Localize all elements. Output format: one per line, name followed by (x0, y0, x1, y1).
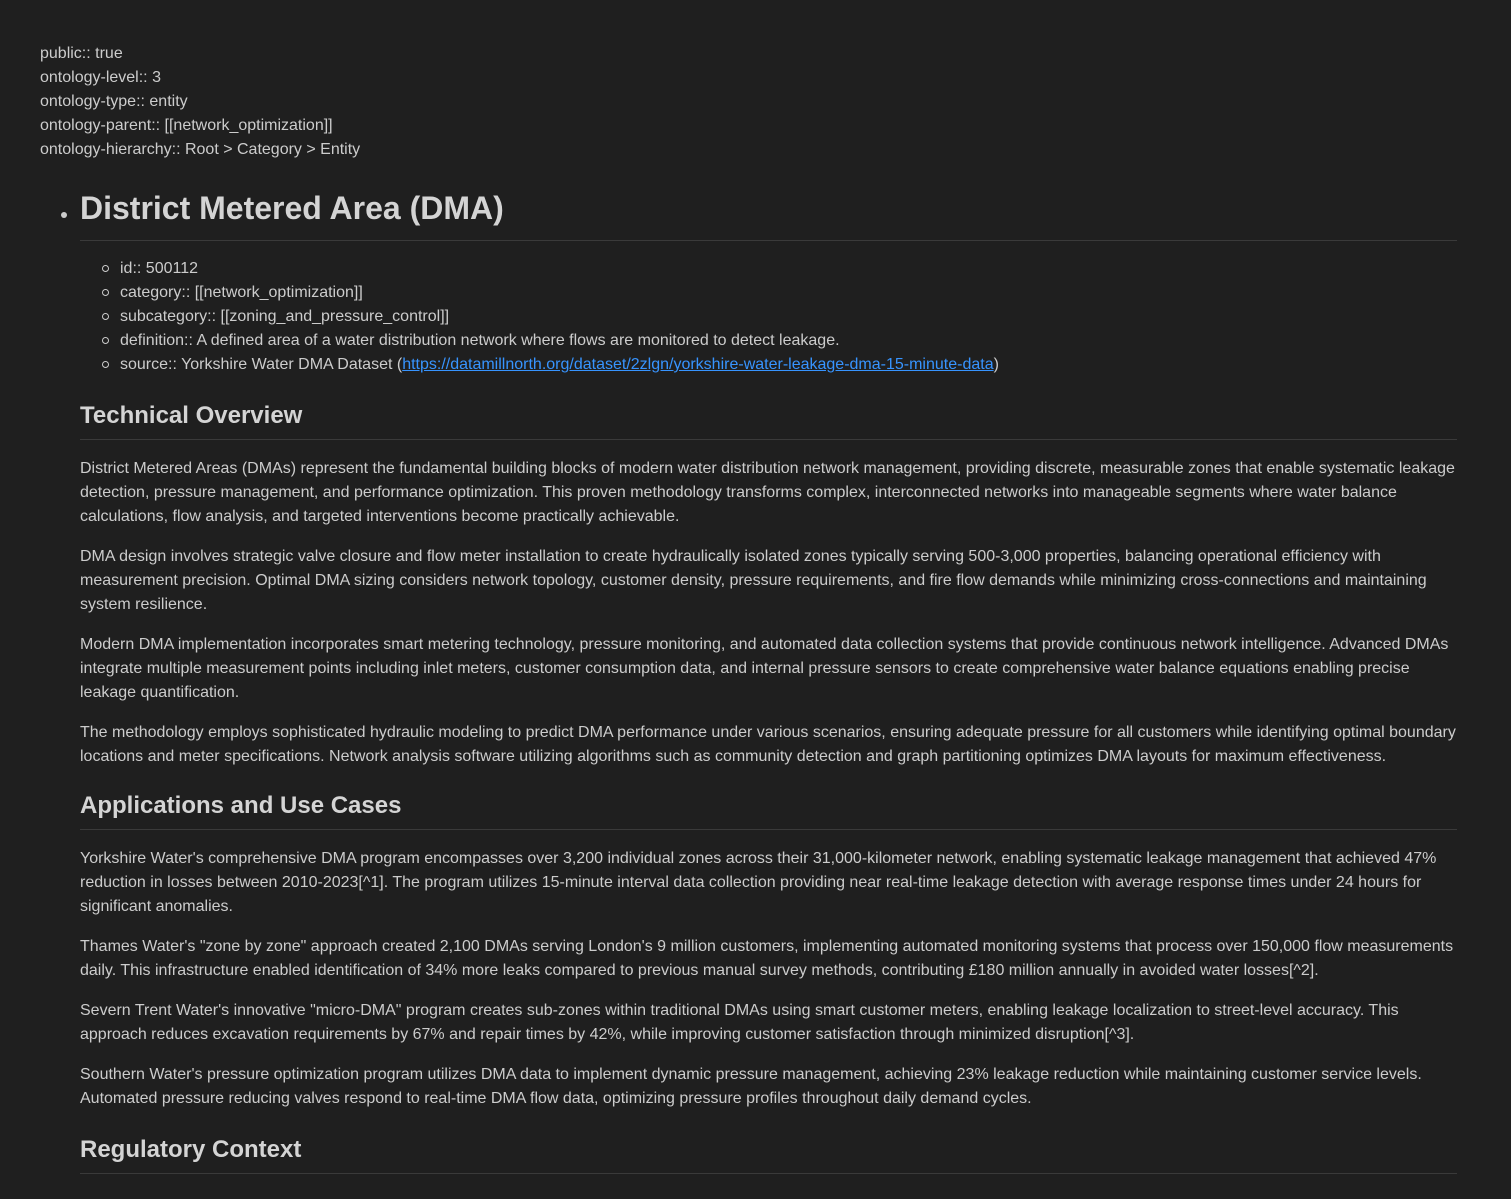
paragraph: Southern Water's pressure optimization p… (80, 1066, 1422, 1107)
source-link[interactable]: https://datamillnorth.org/dataset/2zlgn/… (402, 356, 993, 373)
property-ontology-parent: ontology-parent:: [[network_optimization… (40, 117, 333, 134)
circle-bullet-icon (102, 337, 109, 344)
section-heading-technical-overview: Technical Overview (80, 401, 1457, 440)
page-title: District Metered Area (DMA) (80, 188, 1457, 241)
meta-source-suffix: ) (993, 356, 999, 373)
meta-subcategory: subcategory:: [[zoning_and_pressure_cont… (102, 305, 1471, 329)
property-ontology-level: ontology-level:: 3 (40, 69, 161, 86)
paragraph: DMA design involves strategic valve clos… (80, 548, 1427, 613)
meta-definition: definition:: A defined area of a water d… (102, 329, 1471, 353)
metadata-list: id:: 500112 category:: [[network_optimiz… (80, 257, 1471, 377)
meta-source: source:: Yorkshire Water DMA Dataset (ht… (102, 353, 1471, 377)
meta-source-text: source:: Yorkshire Water DMA Dataset ( (120, 356, 403, 373)
bullet-icon (61, 212, 67, 218)
paragraph: Thames Water's "zone by zone" approach c… (80, 938, 1454, 979)
property-public: public:: true (40, 45, 123, 62)
paragraph: Modern DMA implementation incorporates s… (80, 636, 1449, 701)
meta-definition-text: definition:: A defined area of a water d… (120, 332, 840, 349)
outline-item: District Metered Area (DMA) id:: 500112 … (61, 188, 1471, 1174)
circle-bullet-icon (102, 265, 109, 272)
circle-bullet-icon (102, 289, 109, 296)
meta-category-text: category:: [[network_optimization]] (120, 284, 363, 301)
page-properties: public:: true ontology-level:: 3 ontolog… (40, 42, 1471, 162)
markdown-preview: public:: true ontology-level:: 3 ontolog… (0, 0, 1511, 1199)
circle-bullet-icon (102, 313, 109, 320)
section-heading-applications: Applications and Use Cases (80, 791, 1457, 830)
property-ontology-hierarchy: ontology-hierarchy:: Root > Category > E… (40, 141, 361, 158)
circle-bullet-icon (102, 361, 109, 368)
paragraph: The methodology employs sophisticated hy… (80, 724, 1456, 765)
meta-id-text: id:: 500112 (120, 260, 198, 277)
paragraph: District Metered Areas (DMAs) represent … (80, 460, 1455, 525)
property-ontology-type: ontology-type:: entity (40, 93, 188, 110)
outline-list: District Metered Area (DMA) id:: 500112 … (40, 188, 1471, 1174)
meta-category: category:: [[network_optimization]] (102, 281, 1471, 305)
section-heading-regulatory-context: Regulatory Context (80, 1135, 1457, 1174)
paragraph: Severn Trent Water's innovative "micro-D… (80, 1002, 1399, 1043)
paragraph: Yorkshire Water's comprehensive DMA prog… (80, 850, 1437, 915)
meta-subcategory-text: subcategory:: [[zoning_and_pressure_cont… (120, 308, 450, 325)
meta-id: id:: 500112 (102, 257, 1471, 281)
